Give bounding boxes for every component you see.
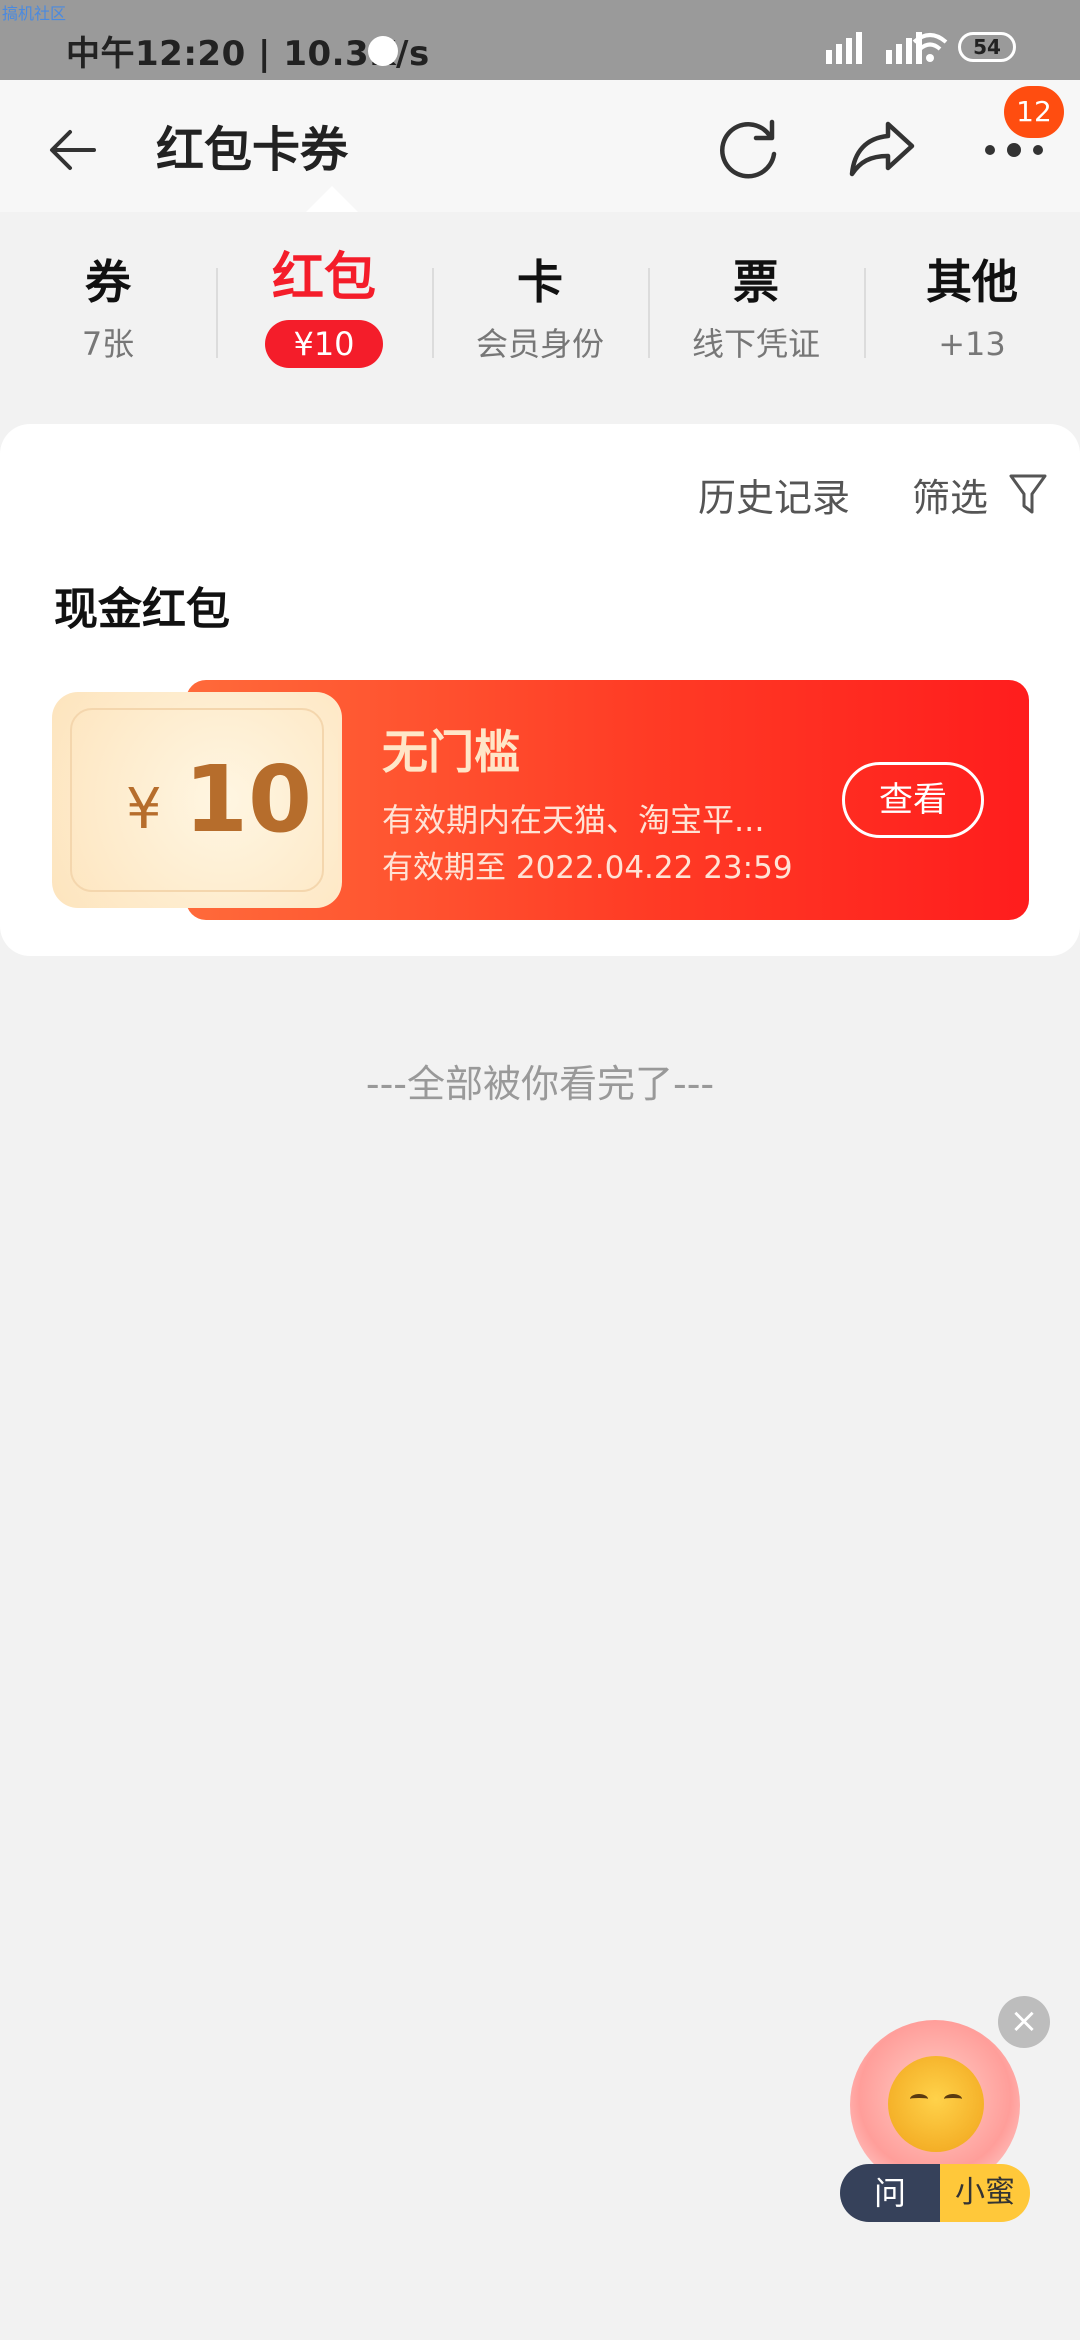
battery-icon: 54 bbox=[958, 32, 1016, 62]
tab-subtitle: +13 bbox=[938, 325, 1006, 363]
nav-bar: 红包卡券 12 bbox=[0, 80, 1080, 212]
tab-red-packets[interactable]: 红包 ¥10 bbox=[216, 248, 432, 368]
packet-currency: ¥ bbox=[126, 777, 162, 842]
packet-amount: 10 bbox=[184, 746, 313, 853]
section-title: 现金红包 bbox=[54, 584, 230, 635]
packet-description: 有效期内在天猫、淘宝平... bbox=[382, 801, 765, 839]
assistant-ask: 问 bbox=[840, 2164, 940, 2222]
tab-title: 其他 bbox=[926, 255, 1018, 309]
tab-subtitle: 会员身份 bbox=[475, 325, 604, 363]
page-title: 红包卡券 bbox=[156, 122, 349, 178]
assistant-face-icon bbox=[888, 2056, 984, 2152]
tab-amount-pill: ¥10 bbox=[265, 320, 383, 368]
tab-title: 红包 bbox=[271, 248, 376, 308]
tab-title: 卡 bbox=[517, 255, 563, 309]
history-link[interactable]: 历史记录 bbox=[698, 472, 850, 524]
watermark: 搞机社区 bbox=[2, 4, 67, 23]
tab-tickets[interactable]: 票 线下凭证 bbox=[648, 252, 864, 364]
refresh-icon[interactable] bbox=[716, 114, 782, 180]
packet-name: 无门槛 bbox=[382, 725, 520, 779]
wifi-icon bbox=[912, 33, 948, 62]
tab-title: 券 bbox=[85, 255, 131, 309]
category-tabs: 券 7张 红包 ¥10 卡 会员身份 票 线下凭证 其他 +13 bbox=[0, 212, 1080, 420]
assistant-eye bbox=[910, 2094, 928, 2104]
back-arrow-icon[interactable] bbox=[44, 120, 104, 180]
assistant-eye bbox=[944, 2094, 962, 2104]
assistant-label[interactable]: 问 小蜜 bbox=[840, 2164, 1030, 2222]
share-icon[interactable] bbox=[848, 114, 918, 180]
view-button[interactable]: 查看 bbox=[842, 762, 984, 838]
packet-expiry: 有效期至 2022.04.22 23:59 bbox=[382, 850, 793, 886]
tab-subtitle: 线下凭证 bbox=[691, 325, 820, 363]
end-of-list-text: ---全部被你看完了--- bbox=[365, 1062, 715, 1106]
notification-dot-icon bbox=[368, 36, 398, 66]
message-count-badge: 12 bbox=[1004, 86, 1064, 138]
tab-cards[interactable]: 卡 会员身份 bbox=[432, 252, 648, 364]
tab-others[interactable]: 其他 +13 bbox=[864, 252, 1080, 364]
tab-coupons[interactable]: 券 7张 bbox=[0, 252, 216, 364]
filter-funnel-icon[interactable] bbox=[1008, 470, 1048, 518]
active-tab-pointer bbox=[306, 186, 358, 212]
tab-subtitle: 7张 bbox=[81, 325, 135, 363]
assistant-name: 小蜜 bbox=[940, 2164, 1030, 2222]
tab-title: 票 bbox=[733, 255, 779, 309]
close-assistant-button[interactable]: × bbox=[998, 1996, 1050, 2048]
filter-button[interactable]: 筛选 bbox=[912, 472, 988, 524]
